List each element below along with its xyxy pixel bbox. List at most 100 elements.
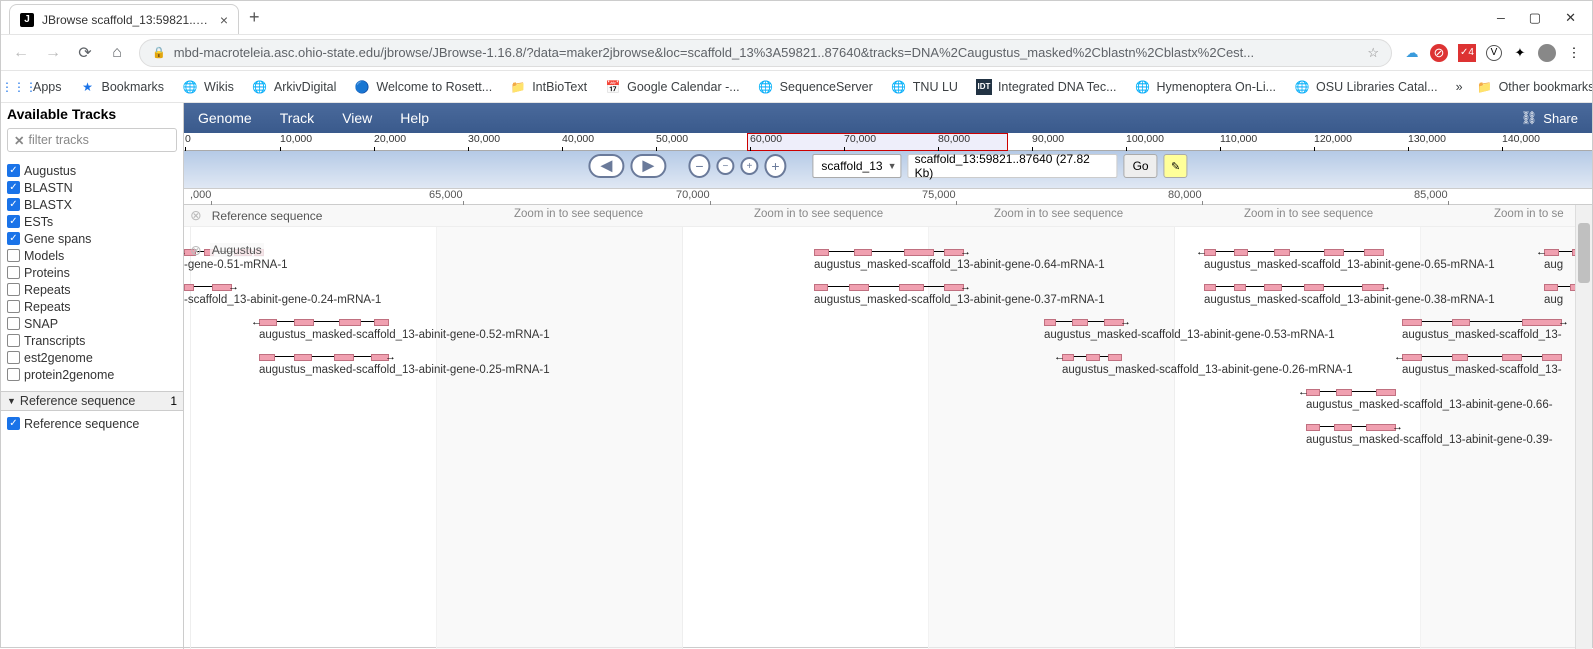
bookmark-item[interactable]: 🌐ArkivDigital xyxy=(252,79,337,95)
gene-feature[interactable]: ←augustus_masked-scaffold_13-abinit-gene… xyxy=(1306,389,1396,419)
profile-icon[interactable] xyxy=(1538,44,1556,62)
feature-label: augustus_masked-scaffold_13- xyxy=(1402,364,1562,376)
browser-tab[interactable]: J JBrowse scaffold_13:59821..8764... × xyxy=(9,4,239,34)
track-checkbox-item[interactable]: Transcripts xyxy=(7,332,177,349)
track-checkbox-item[interactable]: Models xyxy=(7,247,177,264)
extensions-icon[interactable]: ✦ xyxy=(1512,45,1528,61)
track-checkbox-item[interactable]: ✓BLASTN xyxy=(7,179,177,196)
ext-icon-4[interactable]: V xyxy=(1486,45,1502,61)
bookmark-item[interactable]: 🌐Wikis xyxy=(182,79,234,95)
back-button[interactable]: ← xyxy=(11,43,31,63)
gene-feature[interactable]: ←augustus_masked-scaffold_13-abinit-gene… xyxy=(1204,249,1384,279)
feature-label: augustus_masked-scaffold_13-abinit-gene-… xyxy=(259,329,550,341)
gene-feature[interactable]: ←augustus_masked-scaffold_13- xyxy=(1402,354,1562,384)
menu-icon[interactable]: ⋮ xyxy=(1566,45,1582,61)
bookmark-label: Wikis xyxy=(204,80,234,94)
menu-item[interactable]: Genome xyxy=(198,110,252,126)
track-checkbox-item[interactable]: Repeats xyxy=(7,298,177,315)
gene-feature[interactable]: →augustus_masked-scaffold_13-abinit-gene… xyxy=(814,249,964,279)
overview-tick: 40,000 xyxy=(562,133,594,145)
track-checkbox-item[interactable]: est2genome xyxy=(7,349,177,366)
overview-ruler[interactable]: 010,00020,00030,00040,00050,00060,00070,… xyxy=(184,133,1592,151)
checkbox-icon xyxy=(7,266,20,279)
bookmark-item[interactable]: 🌐Hymenoptera On-Li... xyxy=(1135,79,1277,95)
direction-arrow-icon: → xyxy=(1120,316,1131,328)
go-button[interactable]: Go xyxy=(1124,154,1158,178)
close-track-icon[interactable]: ⊗ xyxy=(190,242,202,259)
reload-button[interactable]: ⟳ xyxy=(75,43,95,63)
gene-feature[interactable]: →augustus_masked-scaffold_13-abinit-gene… xyxy=(1044,319,1124,349)
bookmark-item[interactable]: 📁IntBioText xyxy=(510,79,587,95)
ext-icon-1[interactable]: ☁ xyxy=(1404,45,1420,61)
location-input[interactable]: scaffold_13:59821..87640 (27.82 Kb) xyxy=(908,154,1118,178)
gene-feature[interactable]: →augustus_masked-scaffold_13-abinit-gene… xyxy=(259,354,389,384)
checkbox-icon: ✓ xyxy=(7,198,20,211)
lock-icon: 🔒 xyxy=(152,46,166,59)
menu-item[interactable]: View xyxy=(342,110,372,126)
track-checkbox-item[interactable]: ✓Gene spans xyxy=(7,230,177,247)
close-window-icon[interactable]: ✕ xyxy=(1565,11,1576,26)
zoom-out-big-button[interactable]: − xyxy=(688,154,710,178)
bookmark-item[interactable]: 🌐SequenceServer xyxy=(758,79,873,95)
bookmark-item[interactable]: 🌐TNU LU xyxy=(891,79,958,95)
ext-icon-2[interactable]: ⊘ xyxy=(1430,44,1448,62)
menu-item[interactable]: Help xyxy=(400,110,429,126)
track-checkbox-item[interactable]: ✓BLASTX xyxy=(7,196,177,213)
track-header-refseq[interactable]: ⊗ Reference sequence Zoom in to see sequ… xyxy=(184,205,1592,227)
url-field[interactable]: 🔒 mbd-macroteleia.asc.ohio-state.edu/jbr… xyxy=(139,39,1392,67)
gene-feature[interactable]: →augustus_masked-scaffold_13-abinit-gene… xyxy=(814,284,964,314)
bookmarks-overflow[interactable]: » xyxy=(1456,80,1463,94)
gene-feature[interactable]: →-scaffold_13-abinit-gene-0.24-mRNA-1 xyxy=(184,284,232,314)
bookmark-item[interactable]: IDTIntegrated DNA Tec... xyxy=(976,79,1117,95)
gene-feature[interactable]: ←augustus_masked-scaffold_13-abinit-gene… xyxy=(1062,354,1122,384)
track-checkbox-item[interactable]: Repeats xyxy=(7,281,177,298)
bookmark-item[interactable]: 📅Google Calendar -... xyxy=(605,79,740,95)
zoom-out-small-button[interactable]: − xyxy=(716,157,734,175)
detail-ruler[interactable]: ,00065,00070,00075,00080,00085,000 xyxy=(184,189,1592,205)
zoom-in-small-button[interactable]: + xyxy=(740,157,758,175)
other-bookmarks[interactable]: 📁Other bookmarks xyxy=(1477,79,1592,95)
gene-feature[interactable]: →augustus_masked-scaffold_13-abinit-gene… xyxy=(1306,424,1396,454)
close-tab-icon[interactable]: × xyxy=(220,12,228,28)
menu-item[interactable]: Track xyxy=(280,110,314,126)
scrollbar-thumb[interactable] xyxy=(1578,223,1590,283)
gene-feature[interactable]: →augustus_masked-scaffold_13- xyxy=(1402,319,1562,349)
overview-tick: 20,000 xyxy=(374,133,406,145)
filter-clear-icon[interactable]: ✕ xyxy=(14,133,24,148)
highlight-button[interactable]: ✎ xyxy=(1164,154,1188,178)
bookmark-item[interactable]: ⋮⋮⋮Apps xyxy=(11,79,62,95)
bookmark-item[interactable]: 🔵Welcome to Rosett... xyxy=(354,79,492,95)
track-checkbox-item[interactable]: protein2genome xyxy=(7,366,177,383)
share-label: Share xyxy=(1543,111,1578,126)
home-button[interactable]: ⌂ xyxy=(107,43,127,63)
bookmark-item[interactable]: ★Bookmarks xyxy=(80,79,165,95)
ref-select[interactable]: scaffold_13 xyxy=(812,154,901,178)
browser-urlbar: ← → ⟳ ⌂ 🔒 mbd-macroteleia.asc.ohio-state… xyxy=(1,35,1592,71)
zoom-in-big-button[interactable]: + xyxy=(764,154,786,178)
vertical-scrollbar[interactable] xyxy=(1575,205,1592,649)
bookmark-item[interactable]: 🌐OSU Libraries Catal... xyxy=(1294,79,1438,95)
filter-tracks-input[interactable]: ✕ filter tracks xyxy=(7,128,177,152)
checkbox-icon xyxy=(7,317,20,330)
feature-label: augustus_masked-scaffold_13-abinit-gene-… xyxy=(1204,259,1495,271)
new-tab-button[interactable]: + xyxy=(249,7,260,34)
gene-feature[interactable]: →augustus_masked-scaffold_13-abinit-gene… xyxy=(1204,284,1384,314)
window-controls: — ▢ ✕ xyxy=(1497,7,1592,34)
pan-left-button[interactable]: ◄ xyxy=(588,154,624,178)
track-checkbox-item[interactable]: Proteins xyxy=(7,264,177,281)
gene-feature[interactable]: ←augustus_masked-scaffold_13-abinit-gene… xyxy=(259,319,389,349)
forward-button[interactable]: → xyxy=(43,43,63,63)
close-track-icon[interactable]: ⊗ xyxy=(190,207,202,224)
pan-right-button[interactable]: ► xyxy=(630,154,666,178)
zoom-msg: Zoom in to see sequence xyxy=(754,208,883,220)
minimize-icon[interactable]: — xyxy=(1497,11,1505,26)
star-icon[interactable]: ☆ xyxy=(1367,45,1379,61)
track-checkbox-reference-sequence[interactable]: ✓ Reference sequence xyxy=(7,415,177,432)
section-reference-sequence[interactable]: ▼ Reference sequence 1 xyxy=(1,391,183,411)
track-checkbox-item[interactable]: ✓Augustus xyxy=(7,162,177,179)
track-checkbox-item[interactable]: ✓ESTs xyxy=(7,213,177,230)
ext-icon-3[interactable]: ✓4 xyxy=(1458,44,1476,62)
maximize-icon[interactable]: ▢ xyxy=(1529,11,1541,26)
track-checkbox-item[interactable]: SNAP xyxy=(7,315,177,332)
share-button[interactable]: ⛓Share xyxy=(1521,110,1578,126)
